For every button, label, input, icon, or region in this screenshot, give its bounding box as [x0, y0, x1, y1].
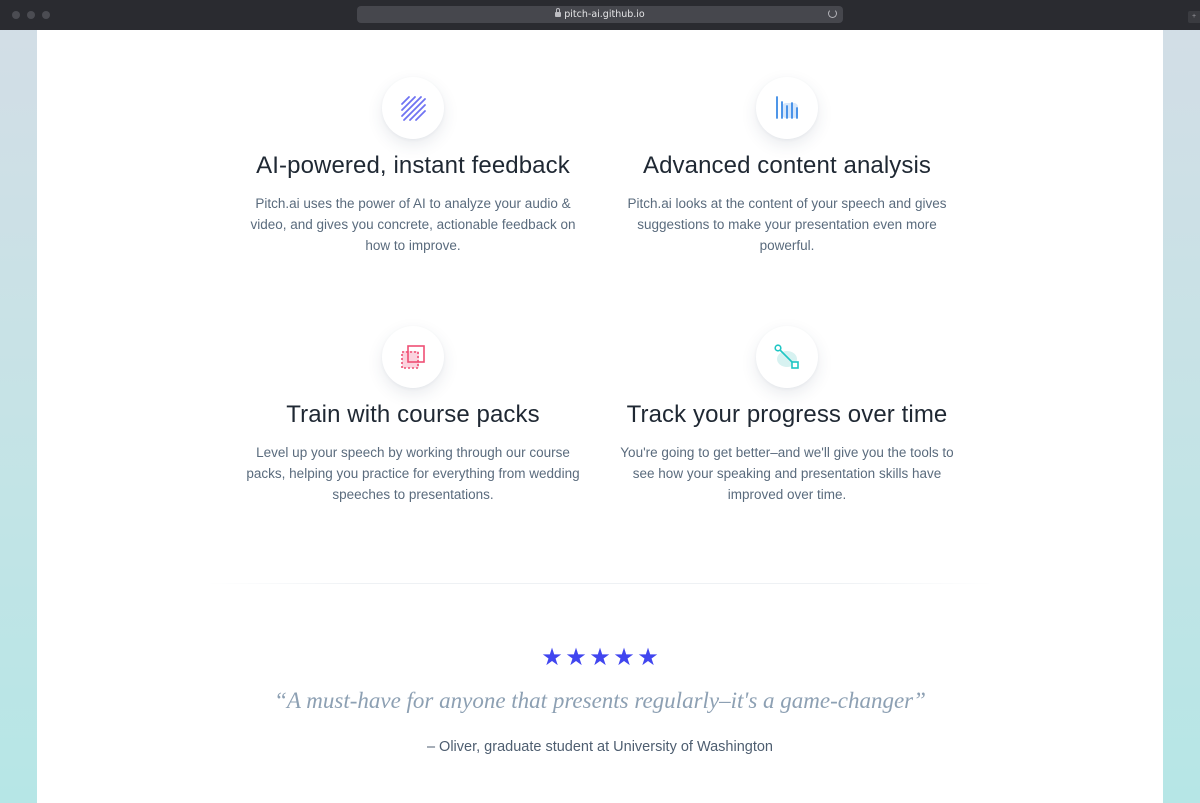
- feature-description: You're going to get better–and we'll giv…: [620, 445, 954, 502]
- star-icon: ★: [565, 644, 587, 671]
- feature-title: Advanced content analysis: [642, 152, 931, 179]
- connected-nodes-icon: [774, 344, 799, 369]
- stacked-squares-icon: [401, 345, 425, 369]
- star-icon: ★: [541, 644, 563, 671]
- feature-icon-circle: [382, 326, 444, 388]
- address-bar[interactable]: pitch-ai.github.io: [357, 6, 843, 23]
- feature-title: Track your progress over time: [626, 401, 948, 428]
- testimonial-quote: “A must-have for anyone that presents re…: [274, 688, 926, 713]
- close-window-button[interactable]: [12, 11, 20, 19]
- bar-chart-icon: [776, 96, 798, 119]
- section-divider: [207, 583, 993, 584]
- feature-icon-circle: [756, 326, 818, 388]
- feature-icon-circle: [756, 77, 818, 139]
- star-rating: ★ ★ ★ ★ ★: [37, 643, 1163, 673]
- browser-chrome: pitch-ai.github.io +: [0, 0, 1200, 30]
- lock-icon: [555, 8, 562, 17]
- feature-icon-circle: [382, 77, 444, 139]
- feature-title: Train with course packs: [286, 401, 540, 428]
- star-icon: ★: [613, 644, 635, 671]
- sidebar-toggle-icon[interactable]: +: [1188, 11, 1200, 23]
- testimonial-attribution: – Oliver, graduate student at University…: [426, 739, 774, 755]
- star-icon: ★: [637, 644, 659, 671]
- page-content: AI-powered, instant feedback Pitch.ai us…: [37, 30, 1163, 803]
- feature-description: Pitch.ai looks at the content of your sp…: [627, 196, 947, 253]
- diagonal-stripes-icon: [401, 96, 426, 121]
- star-icon: ★: [589, 644, 611, 671]
- maximize-window-button[interactable]: [42, 11, 50, 19]
- feature-title: AI-powered, instant feedback: [256, 152, 570, 179]
- feature-description: Level up your speech by working through …: [246, 445, 580, 502]
- minimize-window-button[interactable]: [27, 11, 35, 19]
- reload-icon[interactable]: [828, 9, 837, 18]
- feature-description: Pitch.ai uses the power of AI to analyze…: [250, 196, 576, 253]
- address-bar-url: pitch-ai.github.io: [564, 9, 645, 20]
